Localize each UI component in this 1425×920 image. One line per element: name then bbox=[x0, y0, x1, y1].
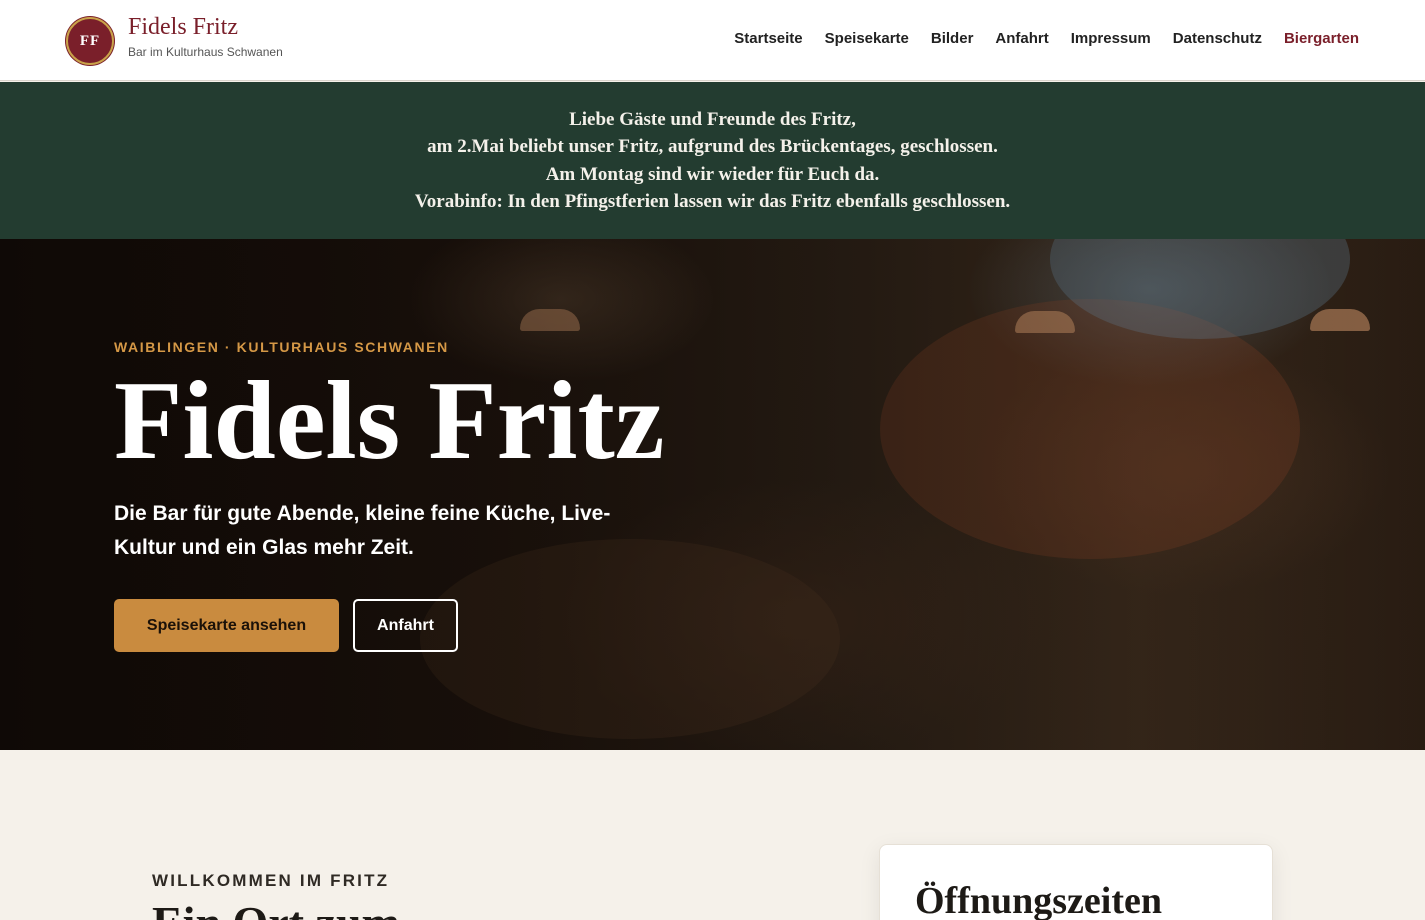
site-header: FF Fidels Fritz Bar im Kulturhaus Schwan… bbox=[0, 0, 1425, 81]
hero-overlay bbox=[0, 239, 1425, 750]
directions-button[interactable]: Anfahrt bbox=[353, 599, 458, 652]
hero-text: Die Bar für gute Abende, kleine feine Kü… bbox=[114, 502, 611, 559]
nav-anfahrt[interactable]: Anfahrt bbox=[995, 30, 1048, 47]
logo-badge[interactable]: FF bbox=[66, 17, 114, 65]
brand-name[interactable]: Fidels Fritz bbox=[128, 14, 238, 41]
announcement-banner: Liebe Gäste und Freunde des Fritz, am 2.… bbox=[0, 82, 1425, 239]
welcome-title: Ein Ort zum bbox=[152, 896, 400, 920]
logo-text: FF bbox=[79, 32, 101, 49]
opening-hours-card: Öffnungszeiten bbox=[879, 844, 1273, 920]
hero-title: Fidels Fritz bbox=[114, 359, 665, 483]
menu-button[interactable]: Speisekarte ansehen bbox=[114, 599, 339, 652]
nav-impressum[interactable]: Impressum bbox=[1071, 30, 1151, 47]
nav-bilder[interactable]: Bilder bbox=[931, 30, 974, 47]
main-nav: Startseite Speisekarte Bilder Anfahrt Im… bbox=[734, 30, 1359, 47]
opening-hours-title: Öffnungszeiten bbox=[915, 880, 1162, 920]
announcement-line: am 2.Mai beliebt unser Fritz, aufgrund d… bbox=[427, 136, 998, 157]
nav-datenschutz[interactable]: Datenschutz bbox=[1173, 30, 1262, 47]
brand-subtitle: Bar im Kulturhaus Schwanen bbox=[128, 45, 283, 59]
nav-biergarten[interactable]: Biergarten bbox=[1284, 30, 1359, 47]
hero-eyebrow: WAIBLINGEN · KULTURHAUS SCHWANEN bbox=[114, 339, 449, 355]
nav-startseite[interactable]: Startseite bbox=[734, 30, 802, 47]
nav-speisekarte[interactable]: Speisekarte bbox=[825, 30, 909, 47]
announcement-line: Am Montag sind wir wieder für Euch da. bbox=[545, 163, 880, 185]
welcome-eyebrow: WILLKOMMEN IM FRITZ bbox=[152, 871, 390, 890]
hero-section: WAIBLINGEN · KULTURHAUS SCHWANEN Fidels … bbox=[0, 239, 1425, 750]
announcement-line: Liebe Gäste und Freunde des Fritz, bbox=[569, 108, 856, 130]
announcement-line: Vorabinfo: In den Pfingstferien lassen w… bbox=[414, 191, 1011, 212]
